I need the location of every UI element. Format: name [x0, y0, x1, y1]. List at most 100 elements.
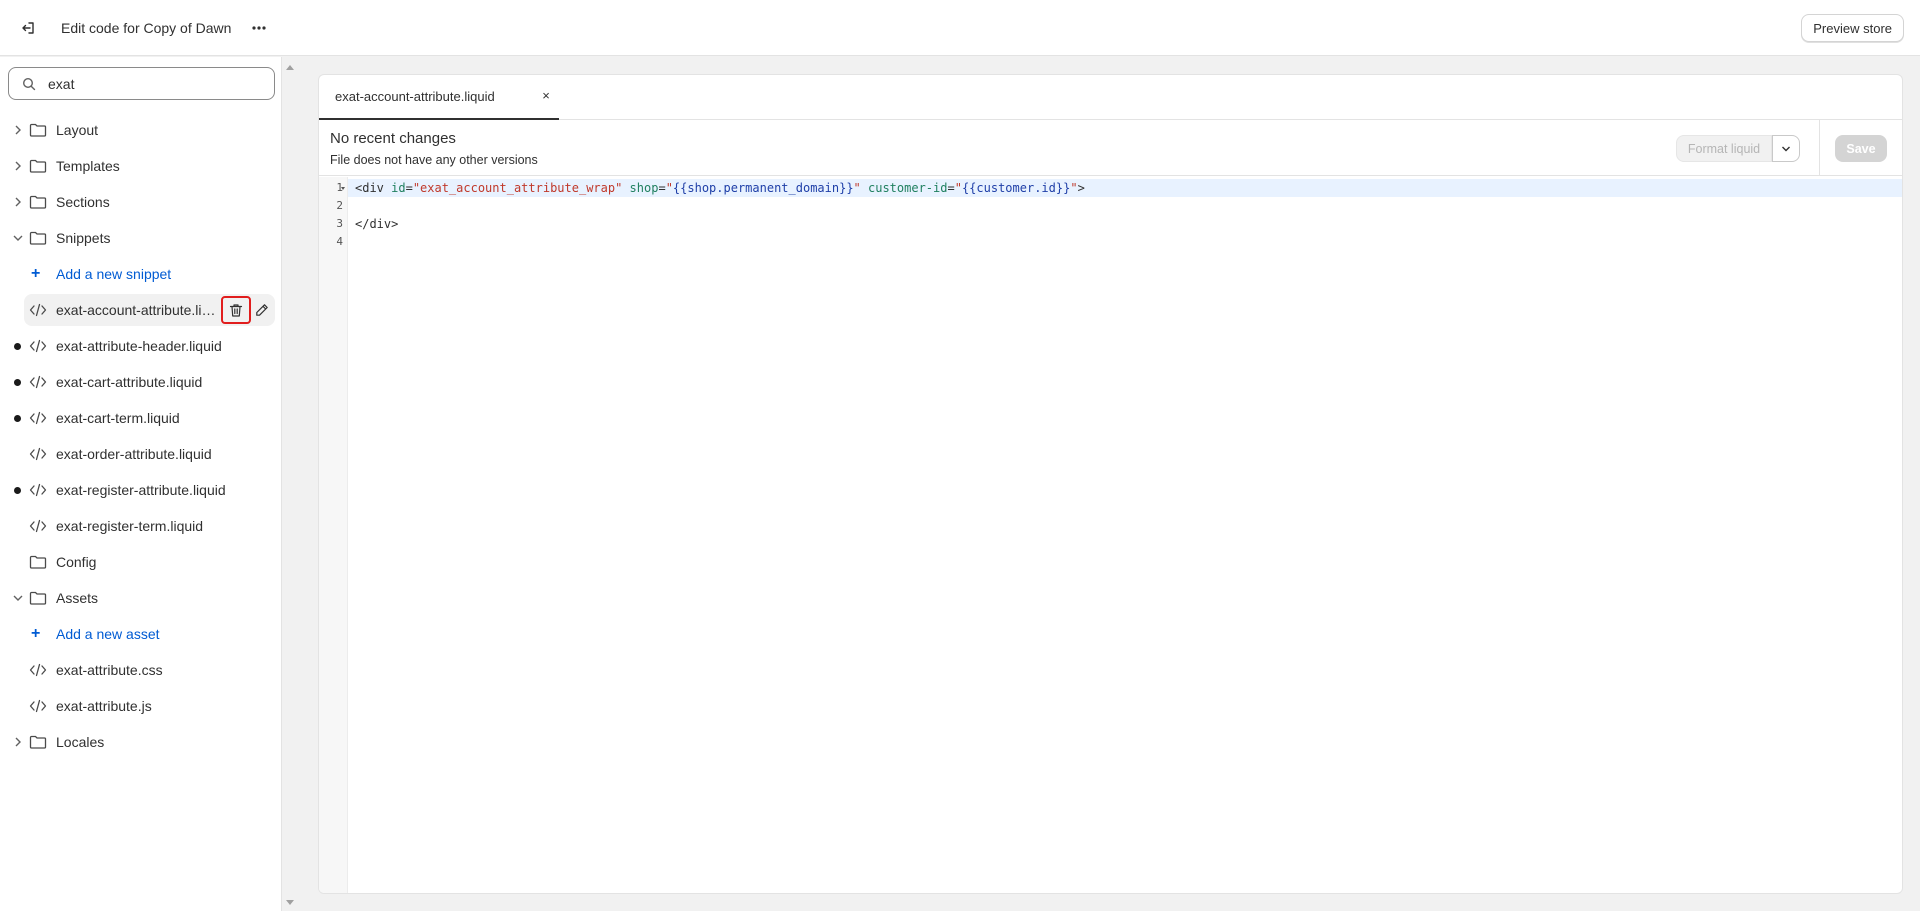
code-editor-panel: exat-account-attribute.liquid × No recen…	[318, 74, 1903, 894]
code-icon	[29, 482, 47, 498]
delete-file-button[interactable]	[221, 296, 251, 324]
file-tab-label: exat-account-attribute.liquid	[335, 89, 495, 104]
fold-arrow-icon[interactable]	[341, 187, 345, 190]
unsaved-dot	[14, 487, 21, 494]
file-item[interactable]: exat-cart-term.liquid	[0, 400, 282, 436]
more-horizontal-icon	[252, 25, 267, 30]
line-number-gutter: 1 2 3 4	[319, 177, 348, 893]
file-label: exat-order-attribute.liquid	[56, 446, 212, 462]
code-token: shop	[622, 181, 659, 195]
code-icon	[29, 410, 47, 426]
folder-snippets[interactable]: Snippets	[0, 220, 282, 256]
chevron-right-icon	[12, 160, 24, 172]
folder-icon	[29, 158, 47, 174]
add-snippet-label: Add a new snippet	[56, 266, 172, 282]
folder-icon	[29, 122, 47, 138]
scroll-up-arrow-icon[interactable]	[286, 65, 294, 70]
code-area[interactable]: 1 2 3 4 <div id="exat_account_attribute_…	[319, 177, 1902, 893]
folder-templates[interactable]: Templates	[0, 148, 282, 184]
folder-label: Layout	[56, 122, 99, 138]
file-label: exat-account-attribute.liquid	[56, 302, 220, 318]
file-label: exat-cart-attribute.liquid	[56, 374, 203, 390]
code-icon	[29, 338, 47, 354]
file-tab[interactable]: exat-account-attribute.liquid ×	[319, 75, 559, 120]
folder-sections[interactable]: Sections	[0, 184, 282, 220]
folder-icon	[29, 194, 47, 210]
file-item-active[interactable]: exat-account-attribute.liquid	[0, 292, 282, 328]
folder-layout[interactable]: Layout	[0, 112, 282, 148]
folder-config[interactable]: Config	[0, 544, 282, 580]
scroll-down-arrow-icon[interactable]	[286, 900, 294, 905]
code-icon	[29, 518, 47, 534]
code-token: >	[1077, 181, 1085, 195]
editor-tab-bar: exat-account-attribute.liquid ×	[319, 75, 1902, 120]
format-options-button[interactable]	[1772, 135, 1800, 162]
file-info-bar: No recent changes File does not have any…	[319, 120, 1902, 176]
file-label: exat-cart-term.liquid	[56, 410, 180, 426]
code-token: =	[947, 181, 955, 195]
exit-editor-button[interactable]	[13, 13, 43, 43]
add-snippet-link[interactable]: + Add a new snippet	[0, 256, 282, 292]
folder-locales[interactable]: Locales	[0, 724, 282, 760]
close-tab-button[interactable]: ×	[539, 88, 553, 104]
file-label: exat-register-attribute.liquid	[56, 482, 226, 498]
more-actions-button[interactable]	[245, 14, 273, 42]
code-icon	[29, 302, 47, 318]
file-label: exat-attribute-header.liquid	[56, 338, 222, 354]
file-item[interactable]: exat-order-attribute.liquid	[0, 436, 282, 472]
plus-icon: +	[31, 625, 41, 642]
file-label: exat-register-term.liquid	[56, 518, 204, 534]
code-token: "	[665, 181, 673, 195]
file-item[interactable]: exat-cart-attribute.liquid	[0, 364, 282, 400]
code-icon	[29, 446, 47, 462]
code-token: {{customer.id}}	[961, 181, 1071, 195]
file-tree: Layout Templates Sections Snippets + Add…	[0, 112, 282, 760]
version-status-title: No recent changes	[330, 130, 456, 147]
file-label: exat-attribute.js	[56, 698, 152, 714]
line-number: 3	[336, 217, 343, 230]
add-asset-label: Add a new asset	[56, 626, 160, 642]
chevron-right-icon	[12, 736, 24, 748]
add-asset-link[interactable]: + Add a new asset	[0, 616, 282, 652]
code-token: =	[658, 181, 666, 195]
chevron-right-icon	[12, 196, 24, 208]
folder-label: Sections	[56, 194, 110, 210]
unsaved-dot	[14, 343, 21, 350]
chevron-down-icon	[12, 232, 24, 244]
search-field[interactable]	[8, 67, 275, 100]
exit-icon	[22, 21, 34, 34]
sidebar-scrollbar[interactable]	[283, 57, 297, 911]
code-token: "	[1070, 181, 1078, 195]
unsaved-dot	[14, 379, 21, 386]
save-button[interactable]: Save	[1835, 135, 1887, 162]
rename-file-button[interactable]	[250, 298, 274, 322]
folder-icon	[29, 590, 47, 606]
page-title: Edit code for Copy of Dawn	[61, 19, 232, 36]
code-icon	[29, 662, 47, 678]
file-item[interactable]: exat-register-term.liquid	[0, 508, 282, 544]
folder-label: Assets	[56, 590, 99, 606]
chevron-down-icon	[1782, 146, 1790, 151]
preview-store-button[interactable]: Preview store	[1801, 14, 1904, 42]
file-item[interactable]: exat-attribute.js	[0, 688, 282, 724]
code-line-1: <div id="exat_account_attribute_wrap" sh…	[355, 181, 1085, 195]
code-token: =	[405, 181, 413, 195]
code-icon	[29, 374, 47, 390]
folder-label: Locales	[56, 734, 105, 750]
file-item[interactable]: exat-attribute.css	[0, 652, 282, 688]
code-token: "	[853, 181, 861, 195]
file-item[interactable]: exat-attribute-header.liquid	[0, 328, 282, 364]
version-status-subtitle: File does not have any other versions	[330, 153, 538, 167]
code-token: "exat_account_attribute_wrap"	[412, 181, 623, 195]
search-input[interactable]	[48, 75, 248, 92]
line-number: 4	[336, 235, 343, 248]
code-line-3: </div>	[355, 217, 399, 231]
file-item[interactable]: exat-register-attribute.liquid	[0, 472, 282, 508]
divider	[1819, 120, 1820, 176]
plus-icon: +	[31, 265, 41, 282]
folder-label: Snippets	[56, 230, 111, 246]
folder-assets[interactable]: Assets	[0, 580, 282, 616]
format-liquid-button[interactable]: Format liquid	[1676, 135, 1772, 162]
code-token: {{shop.permanent_domain}}	[672, 181, 854, 195]
pencil-icon	[256, 304, 268, 316]
